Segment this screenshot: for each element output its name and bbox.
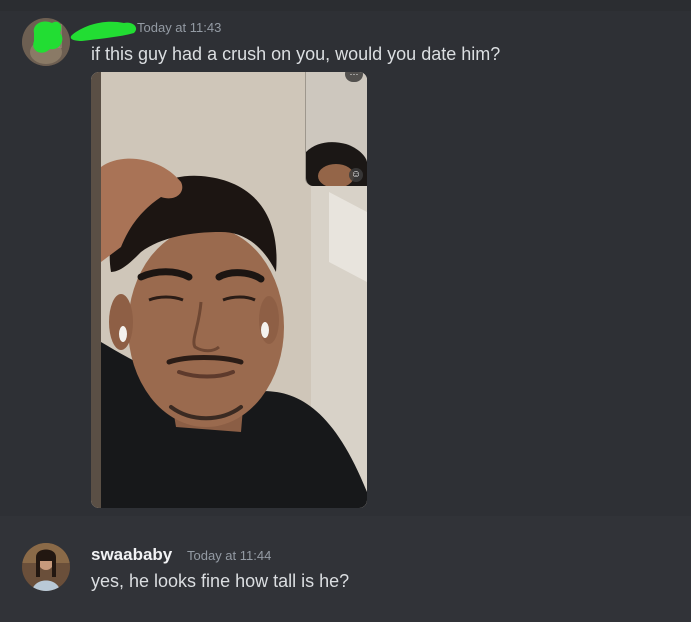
username[interactable]: swaababy	[91, 545, 172, 565]
pip-preview[interactable]: ☺ ···	[305, 72, 367, 186]
previous-message-edge	[0, 0, 691, 11]
message-group[interactable]: swaababy Today at 11:44 yes, he looks fi…	[0, 516, 691, 622]
avatar-image	[22, 543, 70, 591]
timestamp[interactable]: Today at 11:43	[137, 20, 221, 35]
smiley-icon[interactable]: ☺	[349, 168, 363, 182]
message-group[interactable]: Today at 11:43 if this guy had a crush o…	[0, 11, 691, 516]
avatar[interactable]	[22, 543, 70, 591]
message-content: if this guy had a crush on you, would yo…	[91, 44, 501, 64]
message-content: yes, he looks fine how tall is he?	[91, 571, 350, 591]
image-attachment[interactable]: ☺ ···	[91, 72, 367, 508]
timestamp[interactable]: Today at 11:44	[187, 548, 271, 563]
